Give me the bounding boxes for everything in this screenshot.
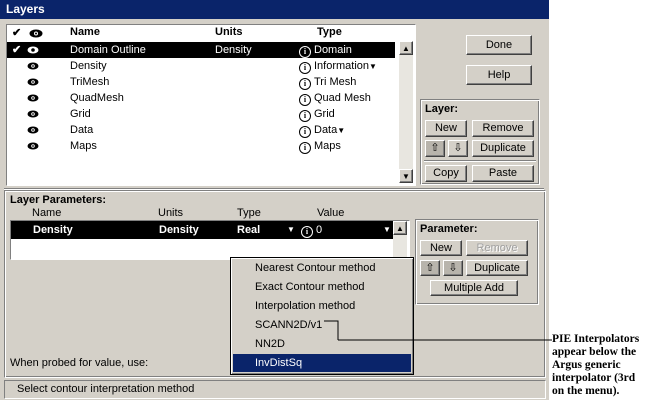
table-row[interactable]: Grid i Grid — [7, 106, 395, 122]
row-name: Grid — [70, 108, 91, 120]
table-row[interactable]: Density i Information▼ — [7, 58, 395, 74]
row-name: Maps — [70, 140, 97, 152]
menu-item-nearest-contour[interactable]: Nearest Contour method — [233, 259, 411, 277]
info-icon[interactable]: i — [299, 94, 311, 106]
move-down-icon[interactable]: ⇩ — [448, 140, 468, 157]
annotation-leader-line — [324, 320, 552, 341]
parameter-duplicate-button[interactable]: Duplicate — [466, 260, 528, 276]
info-icon[interactable]: i — [299, 46, 311, 58]
layer-new-button[interactable]: New — [425, 120, 467, 137]
parameter-remove-button[interactable]: Remove — [466, 240, 528, 256]
scroll-up-icon[interactable]: ▲ — [393, 221, 407, 235]
header-units: Units — [215, 26, 243, 38]
parameter-group-title: Parameter: — [420, 223, 478, 235]
param-units: Density — [159, 224, 199, 236]
table-row[interactable]: Density Density Real ▼ i0 ▼ — [11, 221, 393, 239]
layers-list[interactable]: ✔ Name Units Type ✔ Domain Outline Densi… — [6, 24, 416, 186]
header-type: Type — [317, 26, 342, 38]
row-type: i Tri Mesh — [299, 74, 356, 91]
visible-eye-icon[interactable] — [27, 126, 39, 134]
scroll-down-icon[interactable]: ▼ — [399, 169, 413, 183]
parameters-list[interactable]: Density Density Real ▼ i0 ▼ ▲ — [10, 220, 410, 260]
row-name: Data — [70, 124, 94, 136]
row-units: Density — [215, 44, 252, 56]
param-header-value: Value — [317, 207, 345, 219]
layer-parameters-title: Layer Parameters: — [10, 194, 107, 206]
paste-button[interactable]: Paste — [472, 165, 534, 182]
header-name: Name — [70, 26, 100, 38]
row-type: i Quad Mesh — [299, 90, 371, 107]
table-row[interactable]: TriMesh i Tri Mesh — [7, 74, 395, 90]
table-row[interactable]: Data i Data▼ — [7, 122, 395, 138]
scroll-up-icon[interactable]: ▲ — [399, 41, 413, 55]
info-icon[interactable]: i — [301, 226, 313, 238]
value-dropdown-icon[interactable]: ▼ — [383, 221, 391, 239]
help-button[interactable]: Help — [466, 65, 532, 85]
type-dropdown-icon[interactable]: ▼ — [287, 221, 295, 239]
copy-button[interactable]: Copy — [425, 165, 467, 182]
row-name: TriMesh — [70, 76, 110, 88]
menu-item-exact-contour[interactable]: Exact Contour method — [233, 278, 411, 296]
done-button[interactable]: Done — [466, 35, 532, 55]
type-dropdown-icon[interactable]: ▼ — [369, 62, 377, 71]
visible-eye-icon[interactable] — [27, 62, 39, 70]
row-type: i Domain — [299, 42, 352, 59]
param-header-name: Name — [32, 207, 62, 219]
param-header-units: Units — [158, 207, 184, 219]
multiple-add-button[interactable]: Multiple Add — [430, 280, 518, 296]
info-icon[interactable]: i — [299, 78, 311, 90]
header-eye-icon — [29, 29, 43, 38]
param-type[interactable]: Real — [237, 221, 260, 239]
visible-eye-icon[interactable] — [27, 46, 39, 54]
menu-item-invdistsq[interactable]: InvDistSq — [233, 354, 411, 372]
interpolation-method-menu[interactable]: Nearest Contour method Exact Contour met… — [230, 257, 414, 375]
row-type: i Data▼ — [299, 122, 345, 139]
info-icon[interactable]: i — [299, 142, 311, 154]
annotation-text: PIE Interpolators appear below the Argus… — [552, 333, 640, 397]
table-row[interactable]: ✔ Domain Outline Density i Domain — [7, 42, 395, 58]
layer-duplicate-button[interactable]: Duplicate — [472, 140, 534, 157]
param-header-type: Type — [237, 207, 261, 219]
param-move-down-icon[interactable]: ⇩ — [443, 260, 463, 276]
layer-remove-button[interactable]: Remove — [472, 120, 534, 137]
param-move-up-icon[interactable]: ⇧ — [420, 260, 440, 276]
parameters-scrollbar[interactable]: ▲ — [393, 221, 407, 259]
status-bar: Select contour interpretation method — [4, 380, 546, 399]
move-up-icon[interactable]: ⇧ — [425, 140, 445, 157]
row-check[interactable]: ✔ — [12, 42, 21, 58]
table-row[interactable]: QuadMesh i Quad Mesh — [7, 90, 395, 106]
info-icon[interactable]: i — [299, 110, 311, 122]
row-type: i Maps — [299, 138, 341, 155]
layer-rows: ✔ Domain Outline Density i Domain Density… — [7, 42, 397, 182]
row-name: Density — [70, 60, 107, 72]
probe-label: When probed for value, use: — [10, 357, 149, 369]
type-dropdown-icon[interactable]: ▼ — [337, 126, 345, 135]
info-icon[interactable]: i — [299, 126, 311, 138]
layer-group-title: Layer: — [425, 103, 459, 115]
row-type: i Grid — [299, 106, 335, 123]
menu-item-interpolation[interactable]: Interpolation method — [233, 297, 411, 315]
row-name: Domain Outline — [70, 44, 146, 56]
param-name: Density — [33, 224, 73, 236]
row-type: i Information▼ — [299, 58, 377, 75]
visible-eye-icon[interactable] — [27, 94, 39, 102]
layer-group-divider — [424, 160, 536, 162]
visible-eye-icon[interactable] — [27, 110, 39, 118]
visible-eye-icon[interactable] — [27, 142, 39, 150]
row-name: QuadMesh — [70, 92, 124, 104]
parameter-new-button[interactable]: New — [420, 240, 462, 256]
window-title: Layers — [0, 0, 549, 19]
info-icon[interactable]: i — [299, 62, 311, 74]
layers-scrollbar[interactable]: ▲ ▼ — [399, 41, 413, 183]
param-value[interactable]: i0 — [301, 221, 322, 239]
visible-eye-icon[interactable] — [27, 78, 39, 86]
header-check: ✔ — [12, 27, 22, 39]
table-row[interactable]: Maps i Maps — [7, 138, 395, 154]
